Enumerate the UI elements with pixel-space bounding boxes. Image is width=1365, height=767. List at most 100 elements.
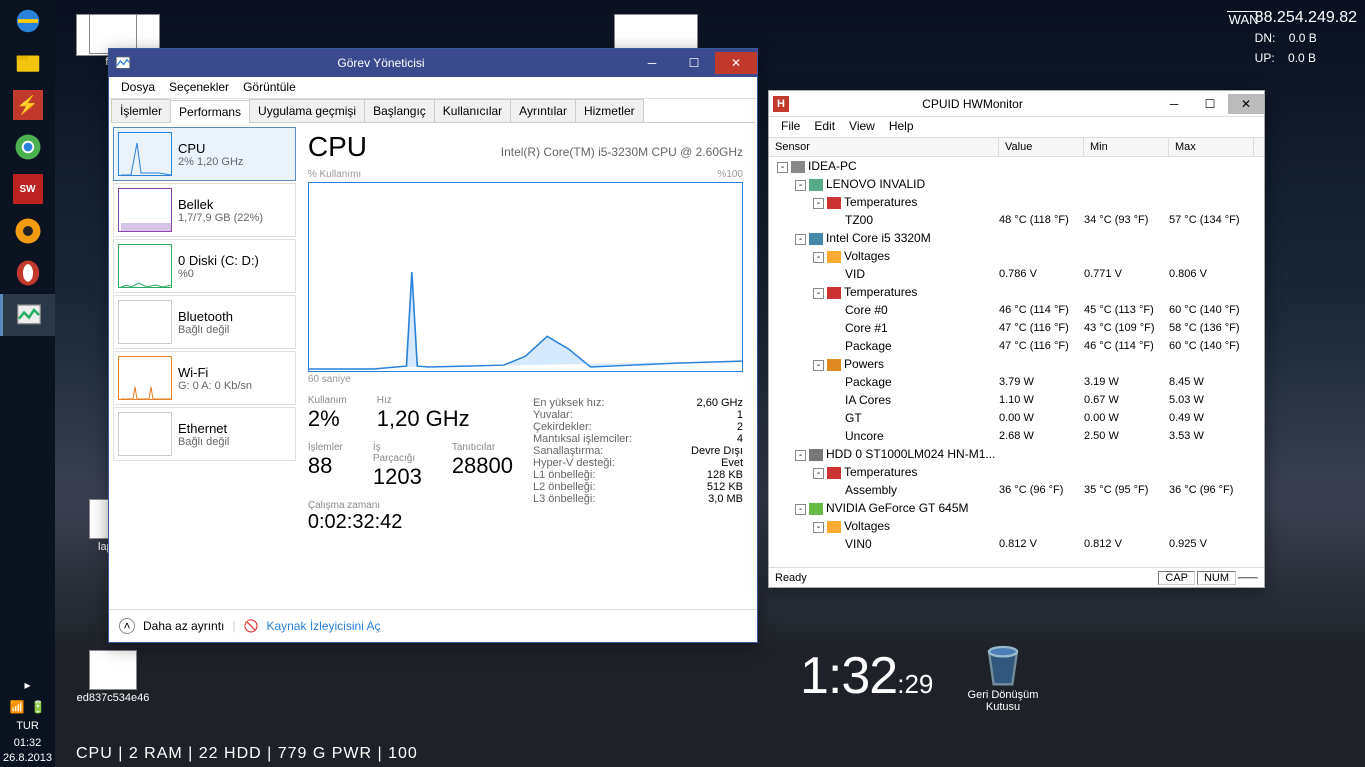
- menu-edit[interactable]: Edit: [808, 119, 841, 135]
- sensor-row[interactable]: Package47 °C (116 °F)46 °C (114 °F)60 °C…: [769, 337, 1264, 355]
- menu-view[interactable]: Görüntüle: [237, 79, 302, 96]
- sensor-max: 60 °C (140 °F): [1169, 340, 1254, 352]
- sensor-row[interactable]: -HDD 0 ST1000LM024 HN-M1...: [769, 445, 1264, 463]
- taskbar-language[interactable]: TUR: [0, 718, 55, 734]
- tm-window-icon: [115, 55, 131, 71]
- tree-toggle-icon[interactable]: -: [813, 360, 824, 371]
- tab-details[interactable]: Ayrıntılar: [510, 99, 576, 122]
- taskbar-solidworks-icon[interactable]: SW: [0, 168, 55, 210]
- sensor-row[interactable]: Uncore2.68 W2.50 W3.53 W: [769, 427, 1264, 445]
- hw-column-headers[interactable]: Sensor Value Min Max: [769, 138, 1264, 157]
- sidebar-disk[interactable]: 0 Diski (C: D:)%0: [113, 239, 296, 293]
- taskbar-aimp-icon[interactable]: [0, 210, 55, 252]
- minimize-button[interactable]: ─: [1156, 94, 1192, 114]
- col-sensor[interactable]: Sensor: [769, 138, 999, 156]
- sensor-row[interactable]: Core #046 °C (114 °F)45 °C (113 °F)60 °C…: [769, 301, 1264, 319]
- recycle-bin[interactable]: Geri Dönüşüm Kutusu: [958, 633, 1048, 713]
- sensor-row[interactable]: Core #147 °C (116 °F)43 °C (109 °F)58 °C…: [769, 319, 1264, 337]
- task-manager-window[interactable]: Görev Yöneticisi ─ ☐ ✕ Dosya Seçenekler …: [108, 48, 758, 643]
- sensor-label: IA Cores: [845, 393, 891, 407]
- sidebar-ethernet[interactable]: EthernetBağlı değil: [113, 407, 296, 461]
- menu-file[interactable]: Dosya: [115, 79, 161, 96]
- tree-toggle-icon[interactable]: -: [813, 198, 824, 209]
- sensor-label: Core #1: [845, 321, 888, 335]
- open-resource-monitor-link[interactable]: Kaynak İzleyicisini Aç: [266, 619, 380, 633]
- tree-toggle-icon[interactable]: -: [813, 288, 824, 299]
- hw-titlebar[interactable]: H CPUID HWMonitor ─ ☐ ✕: [769, 91, 1264, 117]
- sidebar-cpu[interactable]: CPU2% 1,20 GHz: [113, 127, 296, 181]
- sidebar-bluetooth[interactable]: BluetoothBağlı değil: [113, 295, 296, 349]
- minimize-button[interactable]: ─: [631, 52, 673, 74]
- sensor-row[interactable]: -Temperatures: [769, 283, 1264, 301]
- close-button[interactable]: ✕: [715, 52, 757, 74]
- sensor-row[interactable]: VIN00.812 V0.812 V0.925 V: [769, 535, 1264, 553]
- sidebar-wifi[interactable]: Wi-FiG: 0 A: 0 Kb/sn: [113, 351, 296, 405]
- tree-toggle-icon[interactable]: -: [795, 504, 806, 515]
- sensor-row[interactable]: -Intel Core i5 3320M: [769, 229, 1264, 247]
- menu-file[interactable]: File: [775, 119, 806, 135]
- chevron-up-icon[interactable]: ˄: [119, 618, 135, 634]
- fewer-details-link[interactable]: Daha az ayrıntı: [143, 619, 224, 633]
- sensor-min: 45 °C (113 °F): [1084, 304, 1169, 316]
- tab-app-history[interactable]: Uygulama geçmişi: [249, 99, 365, 122]
- sensor-row[interactable]: - NVIDIA GeForce GT 645M: [769, 499, 1264, 517]
- tab-services[interactable]: Hizmetler: [575, 99, 644, 122]
- hw-sensor-tree[interactable]: -IDEA-PC-LENOVO INVALID-TemperaturesTZ00…: [769, 157, 1264, 567]
- sensor-row[interactable]: -Powers: [769, 355, 1264, 373]
- hw-app-icon: H: [773, 96, 789, 112]
- close-button[interactable]: ✕: [1228, 94, 1264, 114]
- tray-expand-icon[interactable]: ▸: [0, 674, 55, 696]
- maximize-button[interactable]: ☐: [673, 52, 715, 74]
- sensor-min: 34 °C (93 °F): [1084, 214, 1169, 226]
- taskbar-ie-icon[interactable]: [0, 0, 55, 42]
- col-value[interactable]: Value: [999, 138, 1084, 156]
- network-icon: 📶: [10, 700, 25, 714]
- sensor-row[interactable]: IA Cores1.10 W0.67 W5.03 W: [769, 391, 1264, 409]
- sensor-row[interactable]: GT0.00 W0.00 W0.49 W: [769, 409, 1264, 427]
- tab-startup[interactable]: Başlangıç: [364, 99, 435, 122]
- tm-titlebar[interactable]: Görev Yöneticisi ─ ☐ ✕: [109, 49, 757, 77]
- tree-toggle-icon[interactable]: -: [795, 450, 806, 461]
- tree-toggle-icon[interactable]: -: [795, 180, 806, 191]
- taskbar-taskmanager-icon[interactable]: [0, 294, 55, 336]
- sidebar-memory[interactable]: Bellek1,7/7,9 GB (22%): [113, 183, 296, 237]
- sensor-val: 0.00 W: [999, 412, 1084, 424]
- tree-toggle-icon[interactable]: -: [813, 252, 824, 263]
- sensor-row[interactable]: Assembly36 °C (96 °F)35 °C (95 °F)36 °C …: [769, 481, 1264, 499]
- tab-performance[interactable]: Performans: [170, 100, 250, 123]
- sensor-row[interactable]: -Voltages: [769, 517, 1264, 535]
- tray-network-battery[interactable]: 📶🔋: [0, 696, 55, 718]
- sensor-label: NVIDIA GeForce GT 645M: [826, 501, 969, 515]
- col-max[interactable]: Max: [1169, 138, 1254, 156]
- desktop-icon-snip[interactable]: ed837c534e46: [76, 650, 150, 704]
- taskbar-opera-icon[interactable]: [0, 252, 55, 294]
- taskbar-chrome-icon[interactable]: [0, 126, 55, 168]
- mb-icon: [809, 179, 823, 191]
- menu-help[interactable]: Help: [883, 119, 920, 135]
- sensor-row[interactable]: -Temperatures: [769, 193, 1264, 211]
- tree-toggle-icon[interactable]: -: [777, 162, 788, 173]
- sensor-row[interactable]: -Voltages: [769, 247, 1264, 265]
- sensor-row[interactable]: -LENOVO INVALID: [769, 175, 1264, 193]
- cpu-icon: [809, 233, 823, 245]
- sensor-row[interactable]: Package3.79 W3.19 W8.45 W: [769, 373, 1264, 391]
- tab-users[interactable]: Kullanıcılar: [434, 99, 511, 122]
- tree-toggle-icon[interactable]: -: [795, 234, 806, 245]
- sensor-row[interactable]: -IDEA-PC: [769, 157, 1264, 175]
- sensor-row[interactable]: TZ0048 °C (118 °F)34 °C (93 °F)57 °C (13…: [769, 211, 1264, 229]
- sensor-row[interactable]: -Temperatures: [769, 463, 1264, 481]
- col-min[interactable]: Min: [1084, 138, 1169, 156]
- menu-options[interactable]: Seçenekler: [163, 79, 235, 96]
- menu-view[interactable]: View: [843, 119, 881, 135]
- taskbar-explorer-icon[interactable]: [0, 42, 55, 84]
- maximize-button[interactable]: ☐: [1192, 94, 1228, 114]
- hwmonitor-window[interactable]: H CPUID HWMonitor ─ ☐ ✕ File Edit View H…: [768, 90, 1265, 588]
- cpu-detail-row: Hyper-V desteği:Evet: [533, 457, 743, 469]
- tree-toggle-icon[interactable]: -: [813, 468, 824, 479]
- sensor-row[interactable]: VID0.786 V0.771 V0.806 V: [769, 265, 1264, 283]
- taskbar-clock[interactable]: 01:3226.8.2013: [0, 734, 55, 767]
- taskbar-flash-icon[interactable]: ⚡: [0, 84, 55, 126]
- cpu-usage-chart: [308, 182, 743, 372]
- tab-processes[interactable]: İşlemler: [111, 99, 171, 122]
- tree-toggle-icon[interactable]: -: [813, 522, 824, 533]
